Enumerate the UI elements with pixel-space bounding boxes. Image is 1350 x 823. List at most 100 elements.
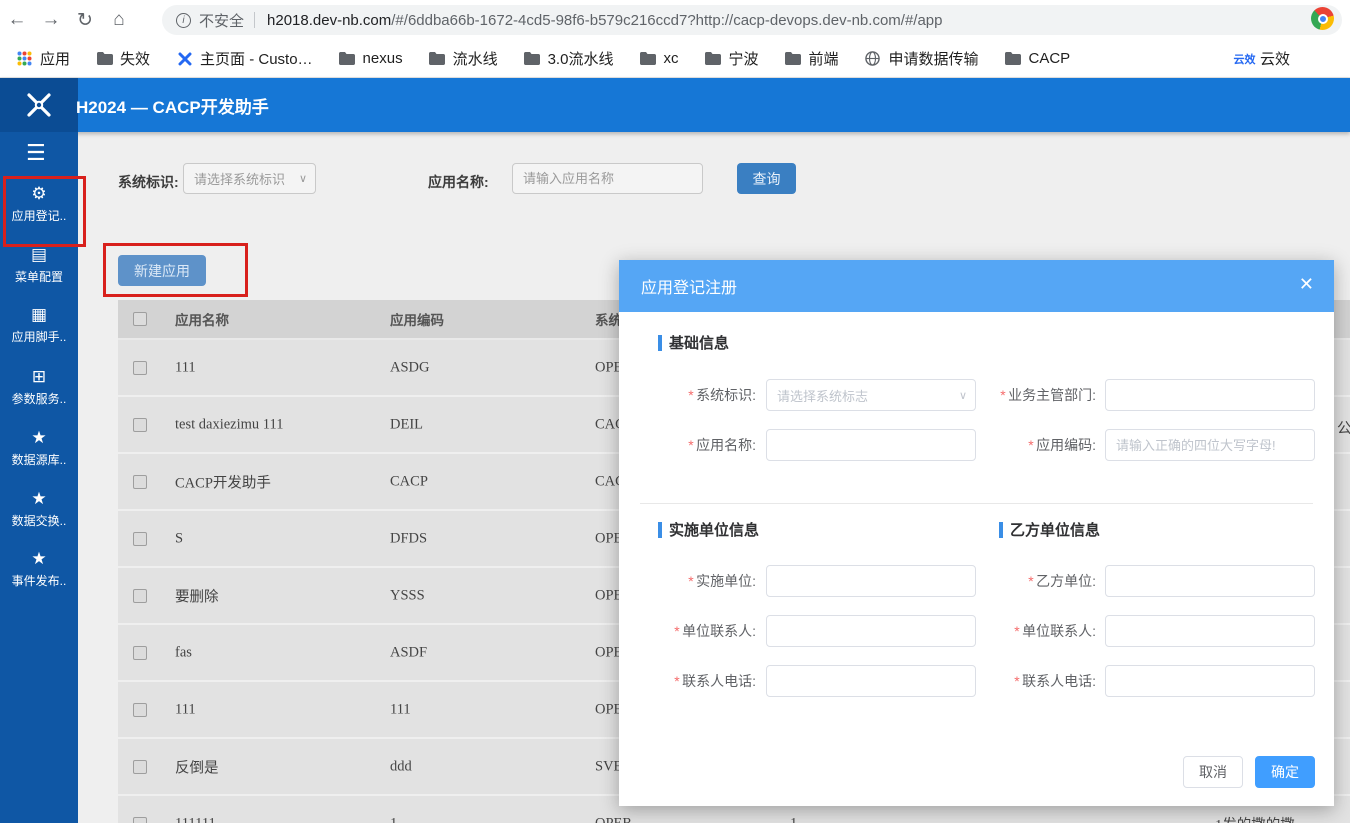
col-header-system: 系统 bbox=[595, 309, 622, 329]
table-icon: ⊞ bbox=[32, 367, 46, 387]
globe-icon bbox=[864, 51, 881, 67]
bookmark-folder[interactable]: 流水线 bbox=[429, 48, 498, 69]
bookmark-label: 前端 bbox=[808, 48, 838, 69]
new-app-button[interactable]: 新建应用 bbox=[118, 255, 206, 286]
bookmark-data-transfer[interactable]: 申请数据传输 bbox=[864, 48, 978, 69]
b-contact-field[interactable] bbox=[1105, 615, 1315, 647]
layers-icon: ▤ bbox=[31, 245, 47, 265]
url-path: /#/6ddba66b-1672-4cd5-98f6-b579c216ccd7?… bbox=[391, 12, 942, 29]
bookmark-folder[interactable]: CACP bbox=[1005, 50, 1071, 67]
document-icon: ▦ bbox=[31, 305, 47, 325]
sidebar-item-app-register[interactable]: ⚙ 应用登记.. bbox=[0, 184, 78, 224]
section-basic-info: 基础信息 bbox=[658, 332, 729, 353]
forward-icon[interactable]: → bbox=[34, 9, 68, 31]
app-code-input[interactable] bbox=[1106, 430, 1314, 460]
sidebar-item-datasource[interactable]: ★ 数据源库.. bbox=[0, 428, 78, 468]
url-host: h2018.dev-nb.com bbox=[267, 12, 391, 29]
b-contact-input[interactable] bbox=[1106, 616, 1314, 646]
row-checkbox[interactable] bbox=[133, 475, 147, 489]
not-secure-icon[interactable]: i bbox=[176, 13, 191, 28]
col-header-app-code: 应用编码 bbox=[390, 309, 444, 329]
bookmark-folder[interactable]: nexus bbox=[339, 50, 403, 67]
b-phone-field-label: *联系人电话: bbox=[619, 665, 1096, 697]
star-icon: ★ bbox=[31, 428, 46, 448]
back-icon[interactable]: ← bbox=[0, 9, 34, 31]
b-contact-field-label: *单位联系人: bbox=[619, 615, 1096, 647]
row-checkbox[interactable] bbox=[133, 760, 147, 774]
app-code-field-label: *应用编码: bbox=[619, 429, 1096, 461]
app-register-dialog: 应用登记注册 ✕ 基础信息 *系统标识: 请选择系统标志 ∨ *业务主管部门: … bbox=[619, 260, 1334, 806]
chrome-logo-icon bbox=[1318, 14, 1328, 24]
hamburger-menu-icon[interactable]: ☰ bbox=[26, 140, 46, 166]
row-checkbox[interactable] bbox=[133, 418, 147, 432]
section-party-b-unit: 乙方单位信息 bbox=[999, 519, 1100, 540]
folder-icon bbox=[524, 51, 541, 67]
b-phone-field[interactable] bbox=[1105, 665, 1315, 697]
clipped-cell-fragment: 公 bbox=[1337, 417, 1350, 438]
row-checkbox[interactable] bbox=[133, 817, 147, 823]
browser-profile-avatar[interactable] bbox=[1311, 7, 1334, 30]
bookmark-apps[interactable]: 应用 bbox=[16, 48, 70, 69]
yunxiao-logo-icon: 云效 bbox=[1236, 51, 1253, 67]
x-logo-icon bbox=[176, 51, 193, 67]
app-name-input[interactable] bbox=[513, 164, 702, 193]
close-icon[interactable]: ✕ bbox=[1299, 275, 1314, 293]
bookmark-label: 失效 bbox=[120, 48, 150, 69]
row-checkbox[interactable] bbox=[133, 703, 147, 717]
search-button[interactable]: 查询 bbox=[737, 163, 796, 194]
sidebar-item-data-exchange[interactable]: ★ 数据交换.. bbox=[0, 489, 78, 529]
b-phone-input[interactable] bbox=[1106, 666, 1314, 696]
folder-icon bbox=[1005, 51, 1022, 67]
bookmark-folder[interactable]: 3.0流水线 bbox=[524, 48, 614, 69]
b-unit-input[interactable] bbox=[1106, 566, 1314, 596]
sidebar-item-app-scaffold[interactable]: ▦ 应用脚手.. bbox=[0, 305, 78, 345]
bookmark-folder[interactable]: xc bbox=[639, 50, 678, 67]
sidebar-item-param-service[interactable]: ⊞ 参数服务.. bbox=[0, 367, 78, 407]
app-code-field[interactable] bbox=[1105, 429, 1315, 461]
bookmark-label: CACP bbox=[1029, 50, 1071, 67]
section-divider bbox=[640, 503, 1313, 504]
sidebar-item-event-publish[interactable]: ★ 事件发布.. bbox=[0, 549, 78, 589]
row-checkbox[interactable] bbox=[133, 532, 147, 546]
row-checkbox[interactable] bbox=[133, 361, 147, 375]
cancel-button[interactable]: 取消 bbox=[1183, 756, 1243, 788]
folder-icon bbox=[339, 51, 356, 67]
col-header-app-name: 应用名称 bbox=[175, 309, 229, 329]
bookmark-folder[interactable]: 前端 bbox=[784, 48, 838, 69]
bookmark-folder[interactable]: 失效 bbox=[96, 48, 150, 69]
bookmark-label: xc bbox=[663, 50, 678, 67]
app-name-filter-field[interactable] bbox=[512, 163, 703, 194]
bookmark-label: 申请数据传输 bbox=[888, 48, 978, 69]
sidebar-item-menu-config[interactable]: ▤ 菜单配置 bbox=[0, 245, 78, 285]
system-id-select[interactable]: 请选择系统标识 ∨ bbox=[183, 163, 316, 194]
security-label: 不安全 bbox=[199, 10, 244, 31]
select-all-checkbox[interactable] bbox=[133, 312, 147, 326]
dialog-header: 应用登记注册 ✕ bbox=[619, 260, 1334, 312]
dept-field[interactable] bbox=[1105, 379, 1315, 411]
dialog-title: 应用登记注册 bbox=[641, 274, 737, 298]
app-logo-icon bbox=[24, 90, 54, 120]
row-checkbox[interactable] bbox=[133, 589, 147, 603]
folder-icon bbox=[96, 51, 113, 67]
section-impl-unit: 实施单位信息 bbox=[658, 519, 759, 540]
bookmarks-bar: 应用 失效 主页面 - Custo… nexus 流水线 3.0流水线 xc 宁… bbox=[0, 40, 1350, 78]
bookmark-yunxiao[interactable]: 云效 云效 bbox=[1236, 48, 1290, 69]
b-unit-field[interactable] bbox=[1105, 565, 1315, 597]
apps-grid-icon bbox=[16, 51, 33, 67]
row-checkbox[interactable] bbox=[133, 646, 147, 660]
confirm-button[interactable]: 确定 bbox=[1255, 756, 1315, 788]
folder-icon bbox=[429, 51, 446, 67]
bookmark-folder[interactable]: 宁波 bbox=[704, 48, 758, 69]
bookmark-label: 主页面 - Custo… bbox=[200, 48, 313, 69]
chevron-down-icon: ∨ bbox=[299, 172, 307, 185]
folder-icon bbox=[784, 51, 801, 67]
bookmark-homepage[interactable]: 主页面 - Custo… bbox=[176, 48, 313, 69]
reload-icon[interactable]: ↻ bbox=[68, 9, 102, 32]
dept-input[interactable] bbox=[1106, 380, 1314, 410]
sidebar: ☰ ⚙ 应用登记.. ▤ 菜单配置 ▦ 应用脚手.. ⊞ 参数服务.. ★ 数据… bbox=[0, 132, 78, 823]
address-bar[interactable]: i 不安全 h2018.dev-nb.com /#/6ddba66b-1672-… bbox=[162, 5, 1342, 35]
system-id-label: 系统标识: bbox=[118, 172, 179, 192]
bookmark-label: nexus bbox=[363, 50, 403, 67]
address-divider bbox=[254, 12, 255, 28]
home-icon[interactable]: ⌂ bbox=[102, 9, 136, 31]
